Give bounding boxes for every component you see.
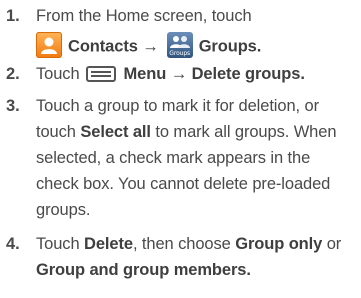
step-number: 4. [6, 235, 20, 253]
period: . [246, 261, 251, 279]
step-text-line: Touch Delete, then choose Group only or [36, 232, 341, 256]
period: . [300, 65, 305, 83]
arrow: → [170, 65, 188, 83]
step-text: check box. You cannot delete pre-loaded [36, 175, 331, 193]
contacts-label: Contacts [68, 37, 138, 56]
menu-key-icon [85, 65, 116, 82]
touch-text: Touch [36, 65, 80, 83]
step-text-line: Contacts → Groups Groups. [36, 32, 262, 60]
step-text: or [322, 235, 342, 253]
step-text-line: Touch Menu → Delete groups. [36, 62, 305, 86]
step-text-line: Group and group members. [36, 258, 251, 282]
group-and-members-label: Group and group members [36, 261, 247, 279]
step-number: 2. [6, 65, 20, 83]
select-all-label: Select all [80, 123, 151, 141]
step-text: selected, a check mark appears in the [36, 149, 311, 167]
menu-label: Menu [123, 65, 167, 83]
step-text: From the Home screen, touch [36, 7, 252, 25]
step-number: 1. [6, 7, 20, 25]
step-text: Touch [36, 235, 85, 253]
step-text: , then choose [132, 235, 236, 253]
delete-groups-label: Delete groups [191, 65, 301, 83]
step-text: Touch a group to mark it for deletion, o… [36, 97, 319, 115]
groups-label: Groups [198, 37, 257, 56]
instruction-page: 1. From the Home screen, touch Contacts … [0, 0, 361, 298]
step-number: 3. [6, 97, 20, 115]
period: . [256, 37, 262, 56]
step-text: groups. [36, 201, 91, 219]
step-text: touch [36, 123, 81, 141]
delete-label: Delete [84, 235, 133, 253]
groups-icon-text: Groups [169, 50, 191, 57]
step-text: to mark all groups. When [150, 123, 337, 141]
groups-icon: Groups [166, 32, 193, 58]
step-text-line: touch Select all to mark all groups. Whe… [36, 120, 337, 144]
contacts-icon [36, 32, 62, 58]
arrow: → [142, 37, 159, 56]
group-only-label: Group only [235, 235, 323, 253]
